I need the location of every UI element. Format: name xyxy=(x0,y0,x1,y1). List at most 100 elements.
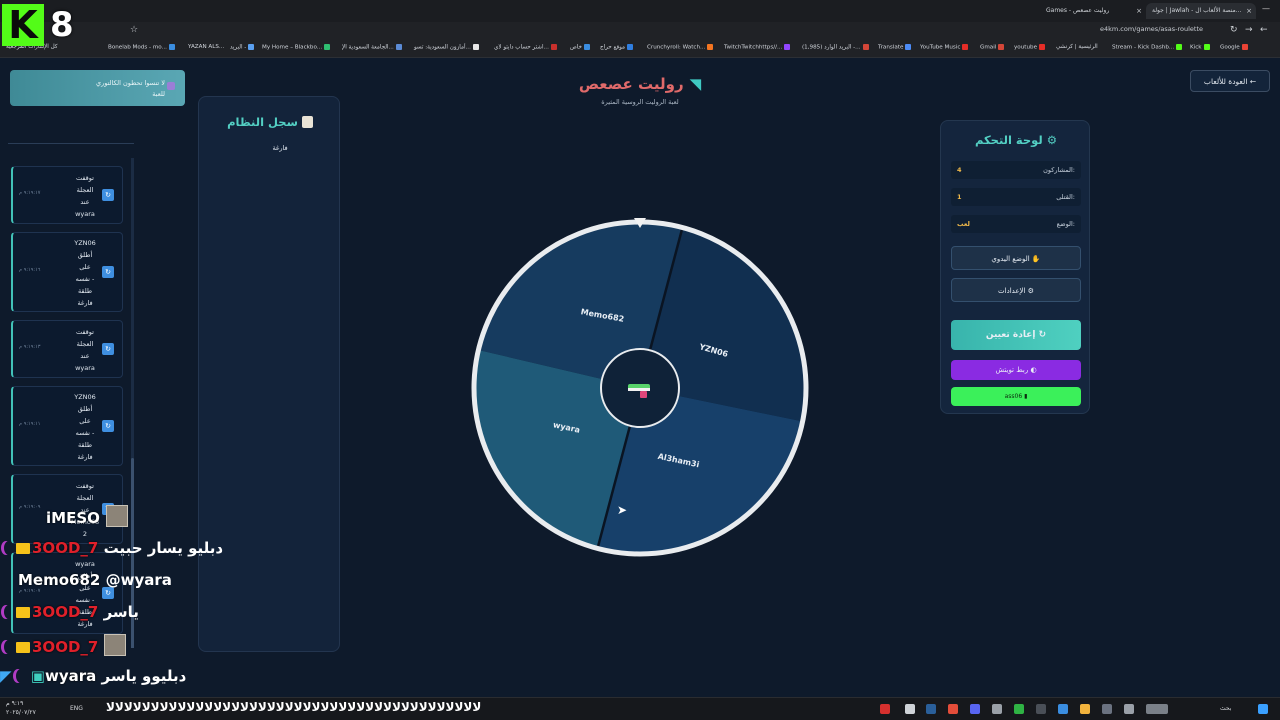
hand-icon: ✋ xyxy=(1031,255,1041,263)
kick-logo: K 8 xyxy=(2,4,80,46)
back-icon[interactable]: ← xyxy=(1260,25,1268,35)
bookmark[interactable]: أمازون السعودية: تسو... xyxy=(414,44,479,51)
clock: ٩:١٩ م xyxy=(6,700,24,707)
avatar xyxy=(105,505,128,527)
chat-message: iMESO xyxy=(46,505,128,528)
url-field[interactable]: e4km.com/games/asas-roulette xyxy=(1100,25,1203,33)
back-to-games-button[interactable]: العودة للألعاب ← xyxy=(1190,70,1270,92)
forward-icon[interactable]: → xyxy=(1245,25,1253,35)
close-icon[interactable]: × xyxy=(1246,3,1252,19)
gun-icon: ◥ xyxy=(689,75,702,93)
log-entry: توقفت العجلة عند wyara ٩:١٩:١٧ م ↻ xyxy=(11,166,123,224)
file-explorer-icon[interactable] xyxy=(1080,704,1090,714)
log-timestamp: ٩:١٩:١٦ م xyxy=(19,267,41,273)
bookmark[interactable]: Translate xyxy=(878,44,912,51)
bookmark[interactable]: Bonelab Mods - mo... xyxy=(108,44,175,51)
reset-button[interactable]: إعادة تعيين ↻ xyxy=(951,320,1081,350)
page-title: روليت عصعص ◥ xyxy=(578,75,702,93)
log-entry-text: YZN06 أطلق على نفسه - طلقة فارغة xyxy=(74,393,96,461)
bookmark[interactable]: Stream - Kick Dashb... xyxy=(1112,44,1183,51)
bookmark[interactable]: Crunchyroll: Watch... xyxy=(647,44,714,51)
stat-label: الوضع: xyxy=(1056,220,1075,228)
bookmark[interactable]: YouTube Music xyxy=(920,44,969,51)
bookmark[interactable]: My Home – Blackbo... xyxy=(262,44,331,51)
system-log-panel: سجل النظام xyxy=(198,96,340,652)
windows-start-icon[interactable] xyxy=(1258,704,1268,714)
app-icon[interactable] xyxy=(948,704,958,714)
bookmark[interactable]: اشتر حساب دايتو لاي... xyxy=(494,44,557,51)
bookmark[interactable]: خاص xyxy=(570,44,590,51)
manual-mode-button[interactable]: الوضع اليدوي ✋ xyxy=(951,246,1081,270)
minimize-icon[interactable]: — xyxy=(1262,4,1270,13)
browser-tab[interactable]: Games - روليت عصعص × xyxy=(1040,3,1146,19)
taskbar-search[interactable]: بحث xyxy=(1220,705,1231,712)
log-timestamp: ٩:١٩:١٧ م xyxy=(19,190,41,196)
bookmark[interactable]: الجامعة السعودية الإ... xyxy=(342,44,402,51)
bookmark[interactable]: Google xyxy=(1220,44,1248,51)
log-entry-text: توقفت العجلة عند wyara xyxy=(75,174,95,218)
stat-value: 4 xyxy=(957,166,962,174)
app-icon[interactable] xyxy=(1124,704,1134,714)
log-entry: توقفت العجلة عند wyara ٩:١٩:١٣ م ↻ xyxy=(11,320,123,378)
badge-icon: ◤ xyxy=(0,667,12,685)
roulette-wheel[interactable]: Memo682 YZN06 Al3ham3i wyara xyxy=(470,218,810,558)
chat-text: دبليو يسار حبيت xyxy=(103,539,224,557)
badge-icon xyxy=(4,605,14,619)
chrome-icon[interactable] xyxy=(1058,704,1068,714)
refresh-icon: ↻ xyxy=(1038,330,1047,340)
mouse-cursor-icon: ➤ xyxy=(617,503,628,517)
bookmark[interactable]: TwitchTwitchhttps//... xyxy=(724,44,791,51)
reload-icon[interactable]: ↻ xyxy=(1230,25,1238,35)
date: ٢٠٢٥/٠٧/٢٧ xyxy=(6,709,36,716)
crown-icon xyxy=(16,642,30,653)
page-subtitle: لعبة الروليت الروسية المثيرة xyxy=(601,98,679,106)
browser-tab-active[interactable]: جولة | Jawlah - منصة الألعاب ال... × xyxy=(1146,3,1256,19)
discord-icon[interactable] xyxy=(970,704,980,714)
steam-icon[interactable] xyxy=(926,704,936,714)
settings-button[interactable]: الإعدادات ⚙ xyxy=(951,278,1081,302)
avatar xyxy=(104,634,127,656)
crown-icon xyxy=(16,607,30,618)
bookmark[interactable]: YAZAN ALS... xyxy=(188,44,224,50)
gear-icon: ⚙ xyxy=(1027,287,1034,295)
refresh-icon: ↻ xyxy=(102,189,114,201)
bookmark[interactable]: موقع حراج xyxy=(600,44,634,51)
xbox-icon[interactable] xyxy=(1014,704,1024,714)
app-icon[interactable] xyxy=(1036,704,1046,714)
log-title: سجل النظام xyxy=(199,115,339,129)
capcut-icon[interactable] xyxy=(905,704,915,714)
bookmark[interactable]: (1,985) البريد الوارد -... xyxy=(802,44,869,51)
refresh-icon: ↻ xyxy=(102,420,114,432)
bookmark[interactable]: Kick xyxy=(1190,44,1210,51)
kick-channel-button[interactable]: ass06 ▮ xyxy=(951,387,1081,406)
chat-text: ياسر xyxy=(103,603,139,621)
stat-label: القتلى: xyxy=(1056,193,1075,201)
app-icon[interactable] xyxy=(992,704,1002,714)
chat-username: 3OOD_7 xyxy=(32,539,99,557)
connect-twitch-button[interactable]: ربط تويتش ◐ xyxy=(951,360,1081,380)
bookmark[interactable]: الرئيسية | كرنشي xyxy=(1056,44,1098,50)
kick-logo-letter: K xyxy=(2,4,44,46)
log-entry-text: توقفت العجلة عند wyara xyxy=(75,328,95,372)
tab-label: جولة | Jawlah - منصة الألعاب ال... xyxy=(1152,7,1242,14)
bookmark[interactable]: Gmail xyxy=(980,44,1005,51)
app-icon[interactable] xyxy=(1146,704,1168,714)
address-bar xyxy=(0,22,1280,41)
app-icon[interactable] xyxy=(1102,704,1112,714)
clipboard-icon xyxy=(301,116,313,128)
stat-participants: المشاركون: 4 xyxy=(951,161,1081,179)
bookmark[interactable]: youtube xyxy=(1014,44,1046,51)
app-icon[interactable] xyxy=(880,704,890,714)
star-icon[interactable]: ☆ xyxy=(130,25,138,35)
badge-icon xyxy=(4,541,14,555)
chat-username: Memo682 xyxy=(18,571,101,589)
language-indicator[interactable]: ENG xyxy=(70,705,83,712)
twitch-icon: ◐ xyxy=(1030,366,1037,374)
notification-toast[interactable]: لا تنسوا تحطون الكالتوري للعبة xyxy=(10,70,185,106)
divider xyxy=(8,143,134,144)
log-timestamp: ٩:١٩:١٣ م xyxy=(19,344,41,350)
close-icon[interactable]: × xyxy=(1136,3,1142,19)
bookmark[interactable]: البريد - xyxy=(230,44,255,51)
refresh-icon: ↻ xyxy=(102,343,114,355)
chat-message: 3OOD_7 دبليو يسار حبيت xyxy=(0,538,223,558)
